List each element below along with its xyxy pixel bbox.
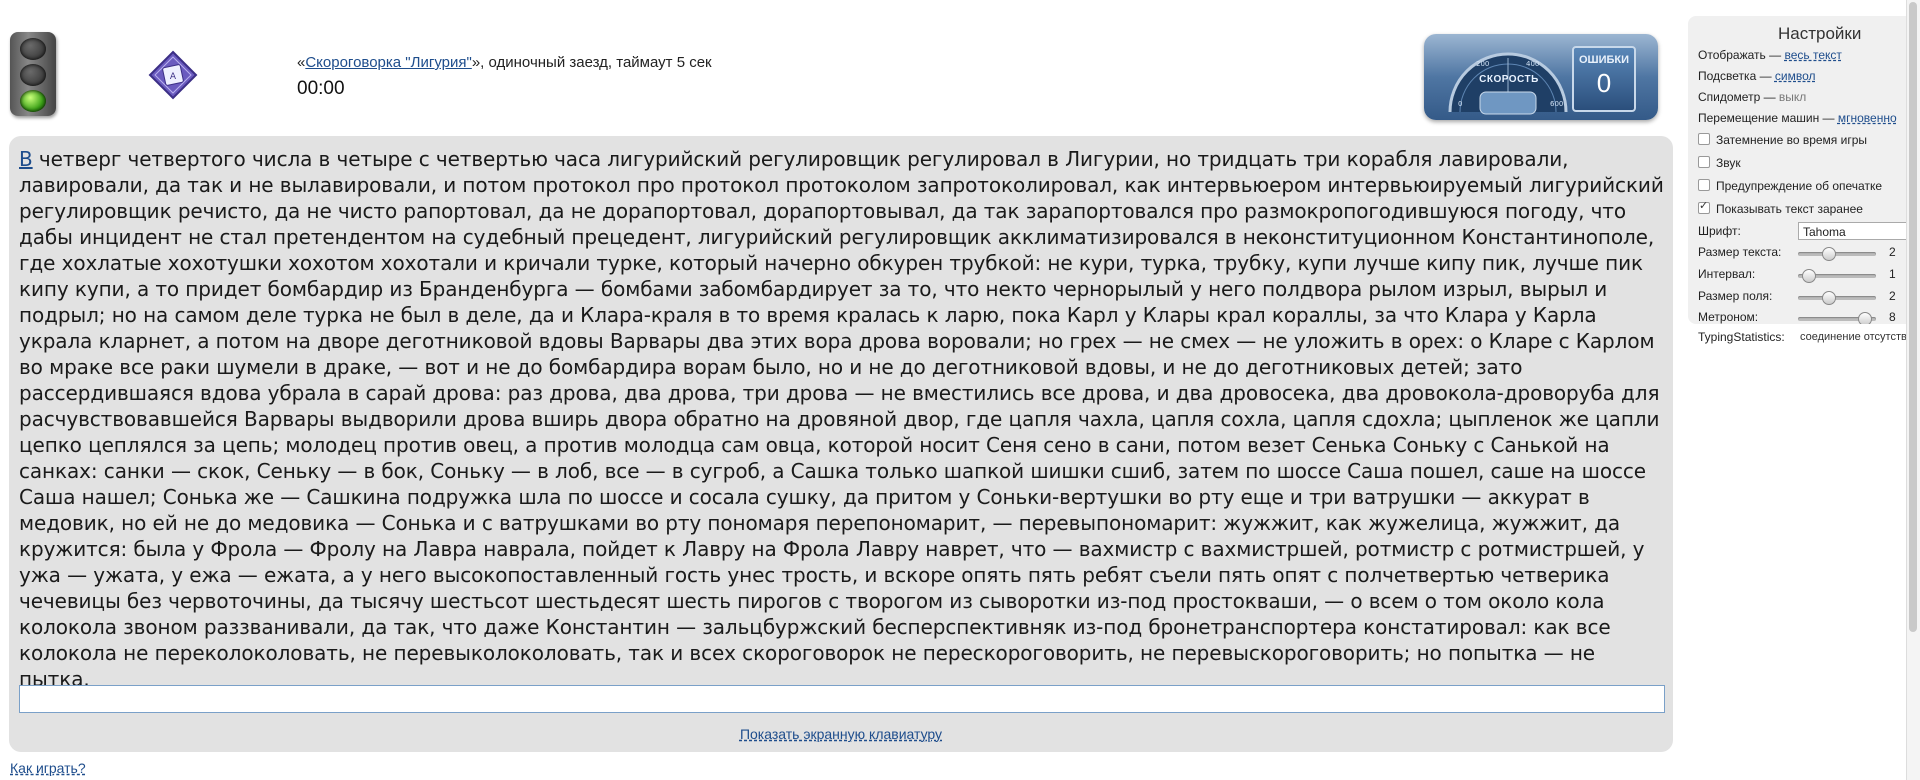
interval-label: Интервал:	[1698, 267, 1756, 281]
cars-mode-link[interactable]: мгновенно	[1838, 111, 1897, 125]
race-info: «Скороговорка "Лигурия"», одиночный заез…	[297, 54, 712, 71]
show-text-checkbox[interactable]	[1698, 199, 1710, 214]
remaining-text: четверг четвертого числа в четыре с четв…	[19, 147, 1664, 691]
typing-input[interactable]	[19, 685, 1665, 713]
speed-label: СКОРОСТЬ	[1479, 74, 1539, 85]
typo-warning-option[interactable]: Предупреждение об опечатке	[1698, 179, 1882, 193]
interval-slider[interactable]	[1798, 269, 1876, 283]
red-lamp	[20, 38, 46, 60]
text-size-label: Размер текста:	[1698, 245, 1782, 259]
display-label: Отображать —	[1698, 48, 1785, 62]
display-setting: Отображать — весь текст	[1698, 48, 1842, 62]
speedometer-setting: Спидометр — выкл	[1698, 90, 1806, 104]
highlight-label: Подсветка —	[1698, 69, 1775, 83]
cars-setting: Перемещение машин — мгновенно	[1698, 111, 1897, 125]
gauge-tick-400: 400	[1526, 60, 1539, 68]
show-text-label: Показывать текст заранее	[1716, 202, 1863, 216]
text-size-value: 2	[1889, 245, 1896, 259]
highlight-mode-link[interactable]: символ	[1775, 69, 1816, 83]
yellow-lamp	[20, 64, 46, 86]
typo-warning-label: Предупреждение об опечатке	[1716, 179, 1883, 193]
errors-value: 0	[1596, 68, 1612, 98]
race-text: В четверг четвертого числа в четыре с че…	[19, 146, 1669, 692]
keyboard-link-row: Показать экранную клавиатуру	[9, 726, 1673, 742]
race-description: , одиночный заезд, таймаут 5 сек	[480, 54, 712, 71]
metronome-value: 8	[1889, 310, 1896, 324]
race-type-link[interactable]: Скороговорка "Лигурия"	[305, 54, 471, 71]
gauge-tick-0: 0	[1458, 100, 1462, 108]
field-size-slider[interactable]	[1798, 291, 1876, 305]
metronome-thumb[interactable]	[1858, 312, 1872, 324]
sound-checkbox[interactable]	[1698, 156, 1710, 168]
speedometer-value[interactable]: выкл	[1779, 90, 1806, 104]
text-size-slider[interactable]	[1798, 247, 1876, 261]
settings-title: Настройки	[1778, 24, 1862, 43]
traffic-light-icon	[10, 32, 56, 116]
scrollbar-thumb[interactable]	[1909, 2, 1917, 632]
metronome-slider[interactable]	[1798, 312, 1876, 324]
show-keyboard-link[interactable]: Показать экранную клавиатуру	[740, 726, 942, 742]
svg-text:A: A	[170, 72, 177, 82]
metronome-label: Метроном:	[1698, 310, 1759, 324]
dim-option[interactable]: Затемнение во время игры	[1698, 133, 1867, 147]
how-to-play-link[interactable]: Как играть?	[10, 760, 86, 776]
field-size-value: 2	[1889, 289, 1896, 303]
font-select[interactable]: Tahoma	[1798, 222, 1920, 240]
typing-stats-status: соединение отсутствует	[1800, 331, 1906, 343]
field-size-thumb[interactable]	[1822, 291, 1836, 305]
interval-thumb[interactable]	[1802, 269, 1816, 283]
show-text-option[interactable]: Показывать текст заранее	[1698, 199, 1863, 216]
field-size-label: Размер поля:	[1698, 289, 1773, 303]
errors-counter: ОШИБКИ 0	[1572, 46, 1636, 112]
gauge-tick-200: 200	[1476, 60, 1489, 68]
speedometer-label: Спидометр —	[1698, 90, 1779, 104]
typing-stats-label: TypingStatistics:	[1698, 330, 1785, 344]
typing-panel: В четверг четвертого числа в четыре с че…	[9, 136, 1673, 752]
display-mode-link[interactable]: весь текст	[1784, 48, 1841, 62]
speed-dashboard: 0 200 400 600 СКОРОСТЬ ОШИБКИ 0	[1424, 34, 1658, 120]
font-label: Шрифт:	[1698, 224, 1741, 238]
current-char: В	[19, 147, 33, 171]
text-size-thumb[interactable]	[1822, 247, 1836, 261]
dim-checkbox[interactable]	[1698, 133, 1710, 145]
race-quote-close: »	[471, 54, 481, 71]
how-to-play-row: Как играть?	[10, 760, 86, 776]
settings-panel: Настройки Отображать — весь текст Подсве…	[1688, 16, 1920, 324]
sound-option[interactable]: Звук	[1698, 156, 1741, 170]
highlight-setting: Подсветка — символ	[1698, 69, 1816, 83]
race-timer: 00:00	[297, 78, 345, 99]
game-mode-icon: A	[148, 50, 198, 100]
cars-label: Перемещение машин —	[1698, 111, 1838, 125]
typo-warning-checkbox[interactable]	[1698, 179, 1710, 191]
green-lamp	[20, 90, 46, 112]
errors-label: ОШИБКИ	[1578, 54, 1630, 66]
sound-label: Звук	[1716, 156, 1741, 170]
gauge-tick-600: 600	[1550, 100, 1563, 108]
dim-label: Затемнение во время игры	[1716, 133, 1868, 147]
interval-value: 1	[1889, 267, 1896, 281]
page-scrollbar[interactable]	[1906, 0, 1920, 780]
